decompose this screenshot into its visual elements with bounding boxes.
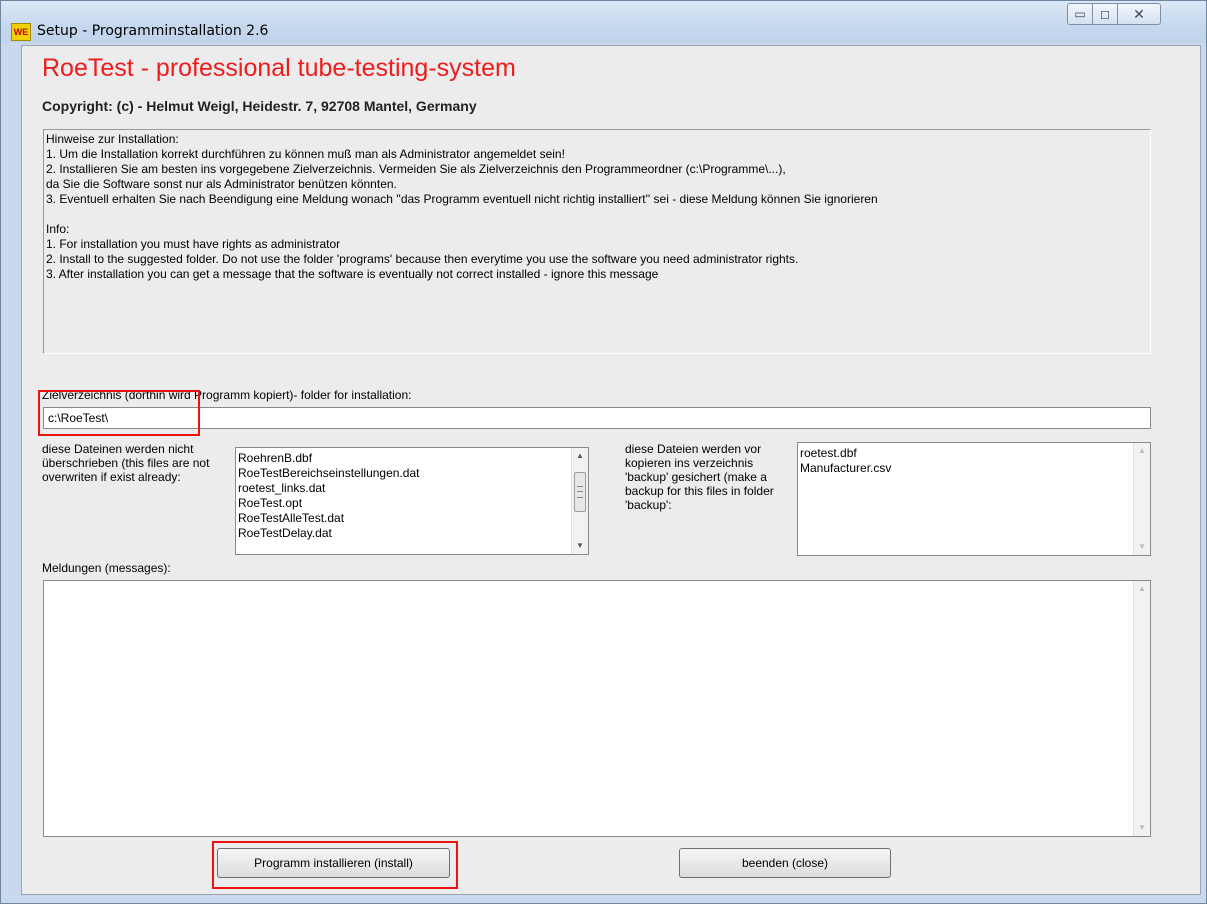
target-folder-input[interactable]: c:\RoeTest\ [43, 407, 1151, 429]
notes-line [46, 207, 1148, 222]
list-item[interactable]: RoeTest.opt [238, 496, 419, 511]
no-overwrite-listbox[interactable]: RoehrenB.dbf RoeTestBereichseinstellunge… [235, 447, 589, 555]
grip-icon [577, 486, 583, 498]
highlight-box [38, 390, 200, 436]
close-window-button[interactable]: ✕ [1117, 3, 1161, 25]
notes-line: Hinweise zur Installation: [46, 132, 179, 146]
scroll-down-icon[interactable]: ▼ [572, 538, 588, 554]
notes-line: 2. Install to the suggested folder. Do n… [46, 252, 799, 266]
notes-line: da Sie die Software sonst nur als Admini… [46, 177, 397, 191]
setup-window: WE Setup - Programminstallation 2.6 ▭ ◻ … [0, 0, 1207, 904]
notes-line: 3. Eventuell erhalten Sie nach Beendigun… [46, 192, 878, 206]
notes-line: Info: [46, 222, 70, 236]
list-item[interactable]: roetest_links.dat [238, 481, 419, 496]
notes-line: 1. Um die Installation korrekt durchführ… [46, 147, 565, 161]
scroll-up-icon[interactable]: ▲ [1134, 581, 1150, 597]
list-item[interactable]: Manufacturer.csv [800, 461, 891, 476]
client-area: RoeTest - professional tube-testing-syst… [21, 45, 1201, 895]
scroll-thumb[interactable] [574, 472, 586, 512]
window-title: Setup - Programminstallation 2.6 [37, 23, 269, 39]
scroll-up-icon[interactable]: ▲ [1134, 443, 1150, 459]
backup-label: diese Dateien werden vor kopieren ins ve… [625, 442, 774, 512]
highlight-box [212, 841, 458, 889]
list-item[interactable]: RoeTestBereichseinstellungen.dat [238, 466, 419, 481]
copyright-text: Copyright: (c) - Helmut Weigl, Heidestr.… [42, 98, 477, 114]
list-item[interactable]: RoeTestAlleTest.dat [238, 511, 419, 526]
no-overwrite-label: diese Dateinen werden nicht überschriebe… [42, 442, 210, 484]
messages-textarea[interactable]: ▲ ▼ [43, 580, 1151, 837]
list-item[interactable]: roetest.dbf [800, 446, 891, 461]
backup-listbox[interactable]: roetest.dbf Manufacturer.csv ▲ ▼ [797, 442, 1151, 556]
notes-line: 3. After installation you can get a mess… [46, 267, 659, 281]
messages-label: Meldungen (messages): [42, 561, 171, 575]
installation-notes: Hinweise zur Installation: 1. Um die Ins… [43, 129, 1151, 354]
scroll-down-icon[interactable]: ▼ [1134, 539, 1150, 555]
vertical-scrollbar[interactable]: ▲ ▼ [571, 448, 588, 554]
notes-line: 1. For installation you must have rights… [46, 237, 341, 251]
list-item[interactable]: RoehrenB.dbf [238, 451, 419, 466]
close-button[interactable]: beenden (close) [679, 848, 891, 878]
minimize-button[interactable]: ▭ [1067, 3, 1093, 25]
vertical-scrollbar[interactable]: ▲ ▼ [1133, 581, 1150, 836]
scroll-up-icon[interactable]: ▲ [572, 448, 588, 464]
scroll-down-icon[interactable]: ▼ [1134, 820, 1150, 836]
maximize-button[interactable]: ◻ [1092, 3, 1118, 25]
app-heading: RoeTest - professional tube-testing-syst… [42, 54, 516, 82]
notes-line: 2. Installieren Sie am besten ins vorgeg… [46, 162, 786, 176]
list-item[interactable]: RoeTestDelay.dat [238, 526, 419, 541]
title-bar[interactable]: WE Setup - Programminstallation 2.6 ▭ ◻ … [1, 1, 1206, 43]
app-icon: WE [11, 23, 31, 41]
vertical-scrollbar[interactable]: ▲ ▼ [1133, 443, 1150, 555]
